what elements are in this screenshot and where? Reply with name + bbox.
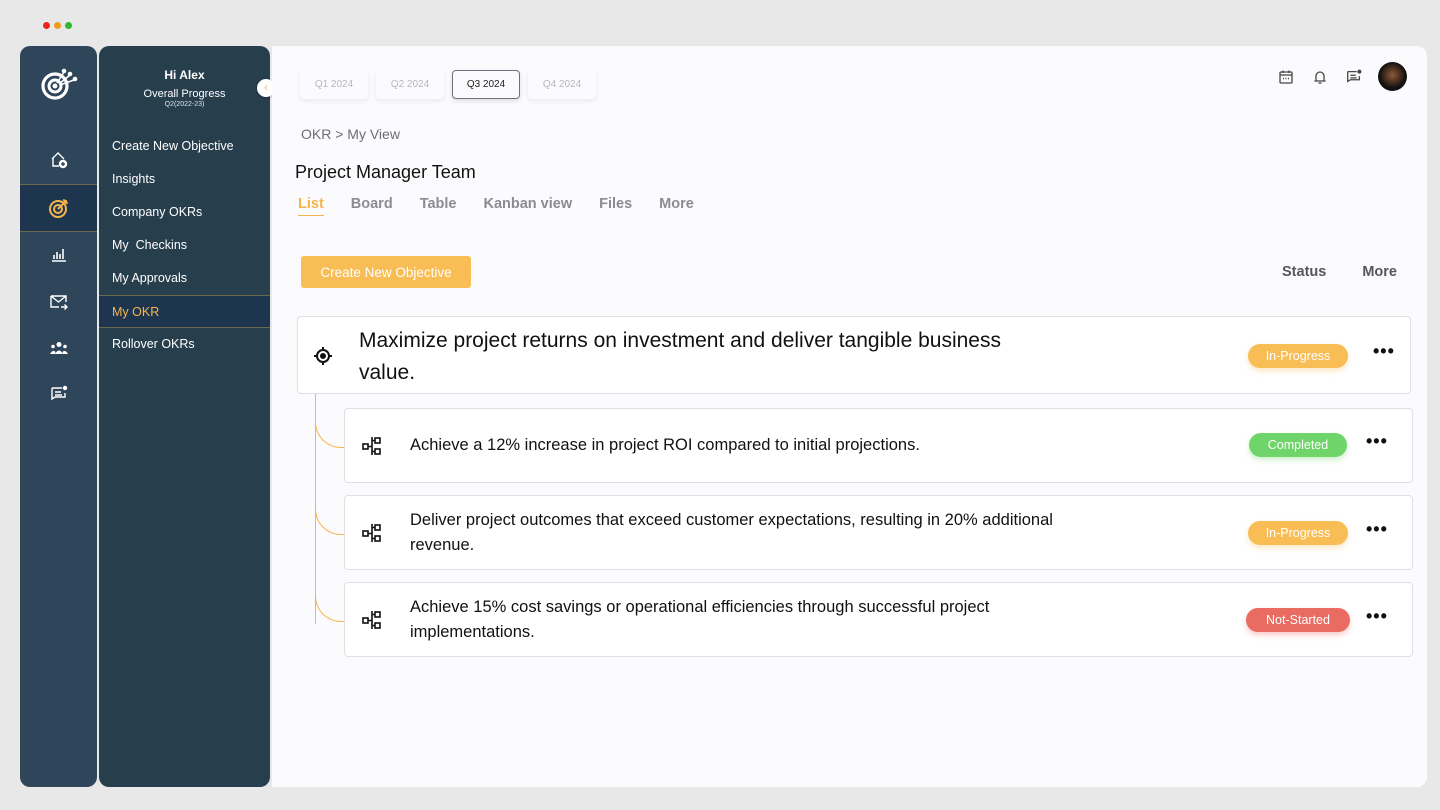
- chevron-left-icon: ‹: [264, 82, 268, 94]
- close-window-button[interactable]: [43, 22, 50, 29]
- tab-kanban[interactable]: Kanban view: [483, 196, 572, 216]
- view-tabs: List Board Table Kanban view Files More: [298, 196, 694, 216]
- rail-item-okr[interactable]: [20, 184, 97, 232]
- app-window: Hi Alex Overall Progress Q2(2022-23) ‹ C…: [0, 0, 1440, 810]
- create-objective-button[interactable]: Create New Objective: [301, 256, 471, 288]
- key-result-card[interactable]: Achieve 15% cost savings or operational …: [344, 582, 1413, 657]
- greeting: Hi Alex: [164, 68, 205, 82]
- quarter-tab-q3[interactable]: Q3 2024: [452, 70, 520, 99]
- hierarchy-icon: [362, 436, 382, 461]
- status-badge: Not-Started: [1246, 608, 1350, 632]
- key-result-title: Deliver project outcomes that exceed cus…: [410, 511, 1053, 554]
- team-icon: [49, 342, 68, 354]
- objective-card[interactable]: Maximize project returns on investment a…: [297, 316, 1411, 394]
- status-badge: In-Progress: [1248, 344, 1348, 368]
- rail-item-home[interactable]: [20, 136, 97, 184]
- calendar-button[interactable]: [1276, 67, 1296, 87]
- rail-item-messages[interactable]: [20, 278, 97, 326]
- tree-branch: [315, 592, 345, 622]
- menu-item-my-approvals[interactable]: My Approvals: [99, 262, 270, 295]
- main-content: Q1 2024 Q2 2024 Q3 2024 Q4 2024 OKR > My…: [272, 46, 1427, 787]
- target-icon: [48, 199, 68, 218]
- icon-rail: [20, 46, 97, 787]
- progress-period: Q2(2022-23): [164, 101, 205, 108]
- bar-chart-icon: [51, 249, 66, 262]
- key-result-card[interactable]: Achieve a 12% increase in project ROI co…: [344, 408, 1413, 483]
- key-result-menu-button[interactable]: •••: [1366, 519, 1388, 540]
- breadcrumb: OKR > My View: [301, 126, 400, 142]
- bell-icon: [1314, 70, 1326, 84]
- tab-more[interactable]: More: [659, 196, 694, 216]
- tree-branch: [315, 418, 345, 448]
- side-menu: Create New Objective Insights Company OK…: [99, 130, 270, 361]
- chat-notification-icon: [1347, 69, 1362, 83]
- status-filter-button[interactable]: Status: [1282, 264, 1326, 280]
- quarter-tab-q1[interactable]: Q1 2024: [300, 70, 368, 99]
- quarter-tab-q4[interactable]: Q4 2024: [528, 70, 596, 99]
- tab-list[interactable]: List: [298, 196, 324, 216]
- menu-item-my-checkins[interactable]: My Checkins: [99, 229, 270, 262]
- menu-item-company-okrs[interactable]: Company OKRs: [99, 196, 270, 229]
- rail-item-team[interactable]: [20, 324, 97, 372]
- key-result-card[interactable]: Deliver project outcomes that exceed cus…: [344, 495, 1413, 570]
- side-panel: Hi Alex Overall Progress Q2(2022-23) ‹ C…: [99, 46, 275, 787]
- maximize-window-button[interactable]: [65, 22, 72, 29]
- quarter-tab-q2[interactable]: Q2 2024: [376, 70, 444, 99]
- status-badge: In-Progress: [1248, 521, 1348, 545]
- crosshair-icon: [313, 346, 333, 371]
- mail-forward-icon: [49, 295, 68, 310]
- messages-button[interactable]: [1344, 67, 1364, 87]
- objective-menu-button[interactable]: •••: [1373, 341, 1395, 362]
- user-avatar[interactable]: [1378, 62, 1407, 91]
- window-controls: [43, 22, 72, 29]
- key-result-title: Achieve a 12% increase in project ROI co…: [410, 436, 920, 454]
- tab-board[interactable]: Board: [351, 196, 393, 216]
- page-title: Project Manager Team: [295, 162, 476, 182]
- home-add-icon: [51, 152, 67, 169]
- more-button[interactable]: More: [1362, 264, 1397, 280]
- quarter-tabs: Q1 2024 Q2 2024 Q3 2024 Q4 2024: [300, 70, 596, 99]
- chat-notification-icon: [50, 385, 67, 401]
- calendar-icon: [1279, 70, 1293, 84]
- header-actions: [1276, 62, 1407, 91]
- key-result-menu-button[interactable]: •••: [1366, 431, 1388, 452]
- hierarchy-icon: [362, 610, 382, 635]
- menu-item-rollover-okrs[interactable]: Rollover OKRs: [99, 328, 270, 361]
- rail-item-chat[interactable]: [20, 370, 97, 418]
- key-result-title: Achieve 15% cost savings or operational …: [410, 598, 990, 641]
- overall-progress-label: Overall Progress: [143, 88, 226, 100]
- target-logo-icon[interactable]: [40, 64, 78, 102]
- rail-item-reports[interactable]: [20, 230, 97, 278]
- menu-item-create-objective[interactable]: Create New Objective: [99, 130, 270, 163]
- menu-item-insights[interactable]: Insights: [99, 163, 270, 196]
- objective-title: Maximize project returns on investment a…: [359, 329, 1001, 384]
- minimize-window-button[interactable]: [54, 22, 61, 29]
- list-actions: Status More: [1282, 264, 1397, 280]
- status-badge: Completed: [1249, 433, 1347, 457]
- tree-branch: [315, 505, 345, 535]
- tab-files[interactable]: Files: [599, 196, 632, 216]
- menu-item-my-okr[interactable]: My OKR: [99, 295, 270, 328]
- notifications-button[interactable]: [1310, 67, 1330, 87]
- key-result-menu-button[interactable]: •••: [1366, 606, 1388, 627]
- hierarchy-icon: [362, 523, 382, 548]
- tab-table[interactable]: Table: [420, 196, 457, 216]
